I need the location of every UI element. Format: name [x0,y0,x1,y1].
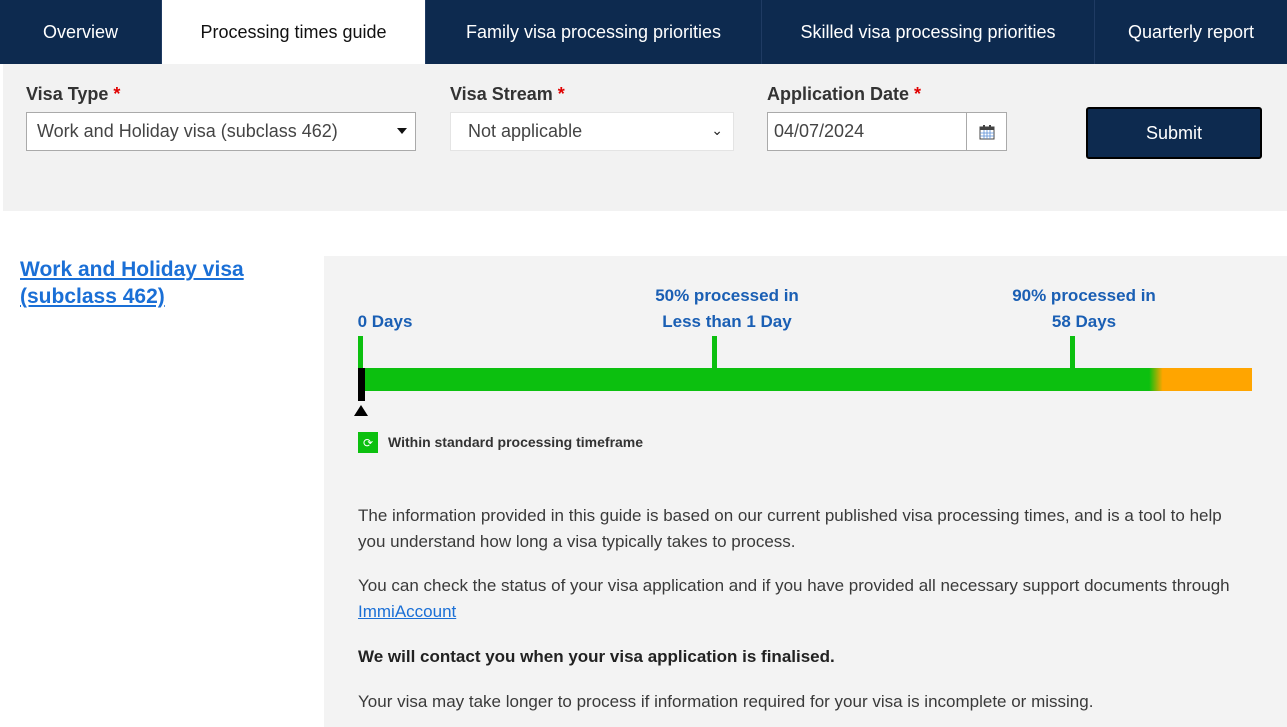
calendar-button[interactable] [966,112,1007,151]
application-date-label: Application Date * [767,84,922,104]
immiaccount-link[interactable]: ImmiAccount [358,602,456,621]
tick-50 [712,336,717,368]
current-position-marker [358,368,365,401]
tab-quarterly-report[interactable]: Quarterly report [1095,0,1287,64]
visa-stream-label: Visa Stream * [450,84,565,104]
visa-type-label: Visa Type * [26,84,121,104]
triangle-up-icon [354,405,368,416]
refresh-icon: ⟳ [358,432,378,453]
info-paragraph: The information provided in this guide i… [358,506,1222,551]
marker-label-start: 0 Days [357,312,413,331]
processing-result-panel: 0 Days 50% processed in Less than 1 Day 9… [324,256,1287,727]
tick-start [358,336,363,368]
calendar-icon [979,124,994,139]
delay-paragraph: Your visa may take longer to process if … [358,692,1094,711]
tick-90 [1070,336,1075,368]
tab-skilled-visa-priorities[interactable]: Skilled visa processing priorities [762,0,1095,64]
legend-label: Within standard processing timeframe [388,434,644,450]
chevron-down-icon: ⌄ [711,122,723,138]
tab-family-visa-priorities[interactable]: Family visa processing priorities [426,0,762,64]
visa-title-link[interactable]: Work and Holiday visa (subclass 462) [20,256,280,310]
processing-timeline-bar [358,368,1252,391]
tab-bar: Overview Processing times guide Family v… [0,0,1287,64]
tab-overview[interactable]: Overview [0,0,162,64]
contact-notice: We will contact you when your visa appli… [358,647,835,666]
search-form: Visa Type * Work and Holiday visa (subcl… [3,64,1287,211]
marker-label-90: 90% processed in 58 Days [1012,286,1156,331]
marker-label-50: 50% processed in Less than 1 Day [655,286,799,331]
application-date-input[interactable]: 04/07/2024 [767,112,967,151]
status-paragraph: You can check the status of your visa ap… [358,576,1230,621]
tab-processing-times-guide[interactable]: Processing times guide [162,0,426,64]
visa-stream-select[interactable]: Not applicable ⌄ [450,112,734,151]
visa-type-select[interactable]: Work and Holiday visa (subclass 462) [26,112,416,151]
submit-button[interactable]: Submit [1086,107,1262,159]
caret-down-icon [397,128,407,134]
